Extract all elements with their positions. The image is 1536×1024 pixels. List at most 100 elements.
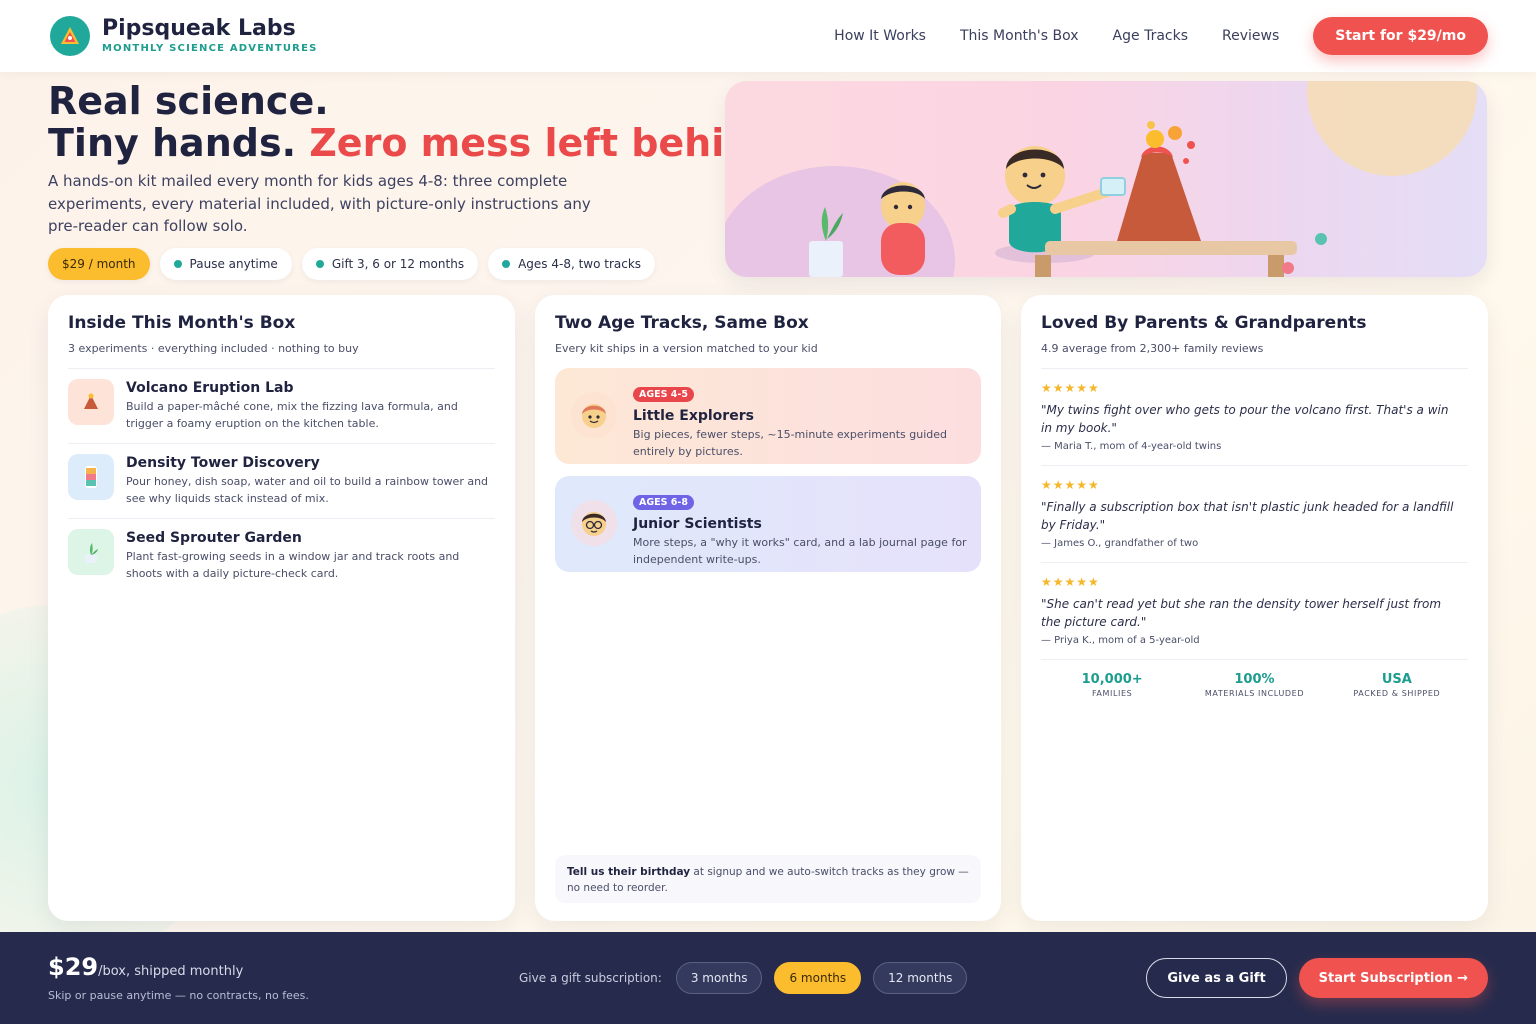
hero-title-line2: Tiny hands. Zero mess left behind. [48, 122, 793, 164]
review-quote: "My twins fight over who gets to pour th… [1041, 403, 1449, 435]
review-author: — Priya K., mom of a 5-year-old [1041, 635, 1200, 646]
experiment-name: Volcano Eruption Lab [126, 380, 294, 396]
track-junior-scientists[interactable]: AGES 6-8 Junior Scientists More steps, a… [555, 476, 981, 572]
nav-link-this-months-box[interactable]: This Month's Box [960, 28, 1079, 44]
gift-option-6-months[interactable]: 6 months [774, 962, 862, 994]
experiment-item[interactable]: Volcano Eruption Lab Build a paper-mâché… [68, 369, 495, 444]
experiment-name: Seed Sprouter Garden [126, 530, 302, 546]
ages-pill: Ages 4-8, two tracks [488, 248, 656, 280]
nav-link-age-tracks[interactable]: Age Tracks [1113, 28, 1188, 44]
bar-note: Skip or pause anytime — no contracts, no… [48, 989, 309, 1002]
track-body: AGES 6-8 Junior Scientists More steps, a… [633, 490, 973, 566]
price-pill: $29 / month [48, 248, 150, 280]
ages-pill-label: Ages 4-8, two tracks [518, 257, 642, 271]
stat-shipping: USA PACKED & SHIPPED [1327, 672, 1467, 699]
tracks-title: Two Age Tracks, Same Box [555, 313, 809, 333]
stat-label: MATERIALS INCLUDED [1204, 689, 1305, 698]
start-cta-button[interactable]: Start for $29/mo [1313, 17, 1488, 55]
hero-title-plain: Tiny hands. [48, 121, 297, 165]
subscribe-bar: $29/box, shipped monthly Skip or pause a… [0, 932, 1536, 1024]
logo-icon[interactable] [50, 16, 90, 56]
experiment-desc: Pour honey, dish soap, water and oil to … [126, 475, 489, 505]
box-title: Inside This Month's Box [68, 313, 296, 333]
review-author: — James O., grandfather of two [1041, 538, 1199, 549]
birthday-note-bold: Tell us their birthday [567, 866, 691, 878]
track-body: AGES 4-5 Little Explorers Big pieces, fe… [633, 382, 973, 458]
experiment-text: Density Tower Discovery Pour honey, dish… [126, 454, 498, 507]
tracks-subtitle: Every kit ships in a version matched to … [555, 342, 818, 355]
star-rating-icon: ★★★★★ [1041, 478, 1100, 492]
track-name: Little Explorers [633, 408, 754, 424]
review-author: — Maria T., mom of 4-year-old twins [1041, 441, 1222, 452]
experiment-text: Seed Sprouter Garden Plant fast-growing … [126, 529, 498, 582]
stats-row: 10,000+ FAMILIES 100% MATERIALS INCLUDED… [1041, 660, 1468, 699]
review-quote: "Finally a subscription box that isn't p… [1041, 500, 1454, 532]
nav-link-reviews[interactable]: Reviews [1222, 28, 1279, 44]
gift-selector: Give a gift subscription: 3 months 6 mon… [519, 962, 979, 994]
start-subscription-button[interactable]: Start Subscription → [1298, 958, 1488, 998]
give-gift-button[interactable]: Give as a Gift [1146, 958, 1287, 998]
hero-pills: $29 / month Pause anytime Gift 3, 6 or 1… [48, 248, 665, 280]
bar-price-unit: /box, shipped monthly [98, 964, 244, 979]
stat-value: USA [1381, 672, 1412, 687]
box-subtitle: 3 experiments · everything included · no… [68, 342, 359, 355]
brand-tagline: MONTHLY SCIENCE ADVENTURES [102, 43, 318, 54]
sprout-icon [68, 529, 114, 575]
reviews-card: Loved By Parents & Grandparents 4.9 aver… [1021, 295, 1488, 921]
hero-title: Real science. Tiny hands. Zero mess left… [48, 80, 793, 164]
star-rating-icon: ★★★★★ [1041, 381, 1100, 395]
stat-value: 10,000+ [1081, 672, 1143, 687]
experiment-desc: Plant fast-growing seeds in a window jar… [126, 550, 460, 580]
kid-face-icon [571, 392, 617, 438]
top-nav: Pipsqueak Labs MONTHLY SCIENCE ADVENTURE… [0, 0, 1536, 72]
review-item: ★★★★★ "She can't read yet but she ran th… [1041, 563, 1468, 660]
pause-pill: Pause anytime [159, 248, 292, 280]
dot-icon [315, 260, 324, 268]
gift-label: Give a gift subscription: [519, 971, 662, 985]
kid-glasses-face-icon [571, 500, 617, 546]
hero-title-accent: Zero mess left behind. [309, 121, 793, 165]
experiment-name: Density Tower Discovery [126, 455, 320, 471]
dot-icon [502, 260, 511, 268]
hero-illustration [725, 81, 1487, 277]
stat-materials: 100% MATERIALS INCLUDED [1184, 672, 1324, 699]
track-age-badge: AGES 4-5 [633, 387, 694, 402]
experiment-text: Volcano Eruption Lab Build a paper-mâché… [126, 379, 498, 432]
stat-value: 100% [1234, 672, 1275, 687]
box-card: Inside This Month's Box 3 experiments · … [48, 295, 515, 921]
gift-option-12-months[interactable]: 12 months [873, 962, 968, 994]
track-desc: Big pieces, fewer steps, ~15-minute expe… [633, 428, 947, 458]
brand-name: Pipsqueak Labs [102, 16, 296, 41]
bar-price: $29 [48, 953, 99, 981]
experiment-desc: Build a paper-mâché cone, mix the fizzin… [126, 400, 458, 430]
brand[interactable]: Pipsqueak Labs MONTHLY SCIENCE ADVENTURE… [102, 17, 318, 55]
stat-label: PACKED & SHIPPED [1353, 689, 1441, 698]
bar-price-line: $29/box, shipped monthly [48, 954, 309, 985]
nav-link-how-it-works[interactable]: How It Works [834, 28, 926, 44]
experiment-item[interactable]: Density Tower Discovery Pour honey, dish… [68, 444, 495, 519]
experiment-item[interactable]: Seed Sprouter Garden Plant fast-growing … [68, 519, 495, 593]
pause-pill-label: Pause anytime [189, 257, 278, 271]
star-rating-icon: ★★★★★ [1041, 575, 1100, 589]
bar-actions: Give as a Gift Start Subscription → [1146, 958, 1488, 998]
nav-links: How It Works This Month's Box Age Tracks… [834, 17, 1488, 55]
stat-label: FAMILIES [1091, 689, 1133, 698]
track-little-explorers[interactable]: AGES 4-5 Little Explorers Big pieces, fe… [555, 368, 981, 464]
hero-subtitle: A hands-on kit mailed every month for ki… [48, 172, 591, 235]
birthday-note: Tell us their birthday at signup and we … [555, 855, 981, 903]
dot-icon [173, 260, 182, 268]
track-name: Junior Scientists [633, 516, 762, 532]
gift-option-3-months[interactable]: 3 months [675, 962, 763, 994]
review-item: ★★★★★ "My twins fight over who gets to p… [1041, 369, 1468, 466]
reviews-title: Loved By Parents & Grandparents [1041, 313, 1367, 333]
tracks-card: Two Age Tracks, Same Box Every kit ships… [535, 295, 1001, 921]
hero-title-line1: Real science. [48, 79, 329, 123]
gift-pill-label: Gift 3, 6 or 12 months [331, 257, 465, 271]
track-desc: More steps, a "why it works" card, and a… [633, 536, 967, 566]
gift-pill: Gift 3, 6 or 12 months [301, 248, 479, 280]
volcano-icon [68, 379, 114, 425]
bar-pricing: $29/box, shipped monthly Skip or pause a… [48, 954, 309, 1002]
review-quote: "She can't read yet but she ran the dens… [1041, 597, 1442, 629]
stat-families: 10,000+ FAMILIES [1042, 672, 1182, 699]
review-item: ★★★★★ "Finally a subscription box that i… [1041, 466, 1468, 563]
